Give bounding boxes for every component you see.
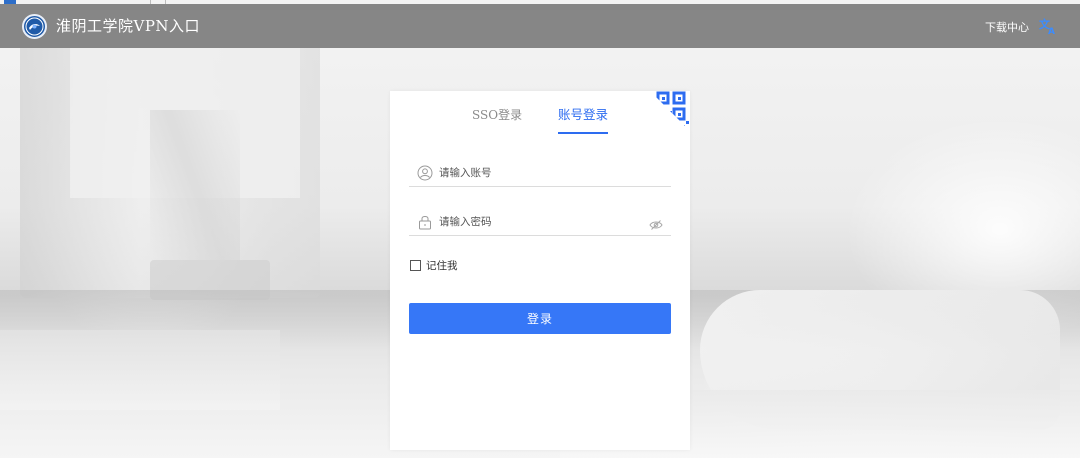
remember-label: 记住我 <box>426 260 458 272</box>
tab-sso-login[interactable]: SSO登录 <box>472 106 522 123</box>
eye-slash-icon[interactable] <box>649 216 663 230</box>
password-input[interactable] <box>439 215 639 228</box>
top-header: 淮阴工学院VPN入口 下载中心 文 A <box>0 4 1080 48</box>
download-center-link[interactable]: 下载中心 <box>985 19 1029 35</box>
login-button[interactable]: 登录 <box>409 303 671 334</box>
site-title: 淮阴工学院VPN入口 <box>56 17 201 35</box>
background-book <box>0 330 280 410</box>
background-pencils <box>150 110 240 260</box>
account-field <box>409 159 671 187</box>
password-field <box>409 208 671 236</box>
user-icon <box>417 165 433 181</box>
login-card: SSO登录 账号登录 请输入账号 记住我 登录 <box>390 91 690 450</box>
remember-me[interactable]: 记住我 <box>410 258 458 273</box>
translate-icon[interactable]: 文 A <box>1038 16 1058 37</box>
login-tabs: SSO登录 账号登录 <box>390 91 690 134</box>
svg-text:A: A <box>1048 27 1055 36</box>
school-emblem-icon[interactable] <box>22 14 47 39</box>
account-input[interactable] <box>439 166 639 179</box>
tab-account-login[interactable]: 账号登录 <box>558 104 609 134</box>
remember-checkbox[interactable] <box>410 260 421 271</box>
lock-icon <box>417 214 433 230</box>
